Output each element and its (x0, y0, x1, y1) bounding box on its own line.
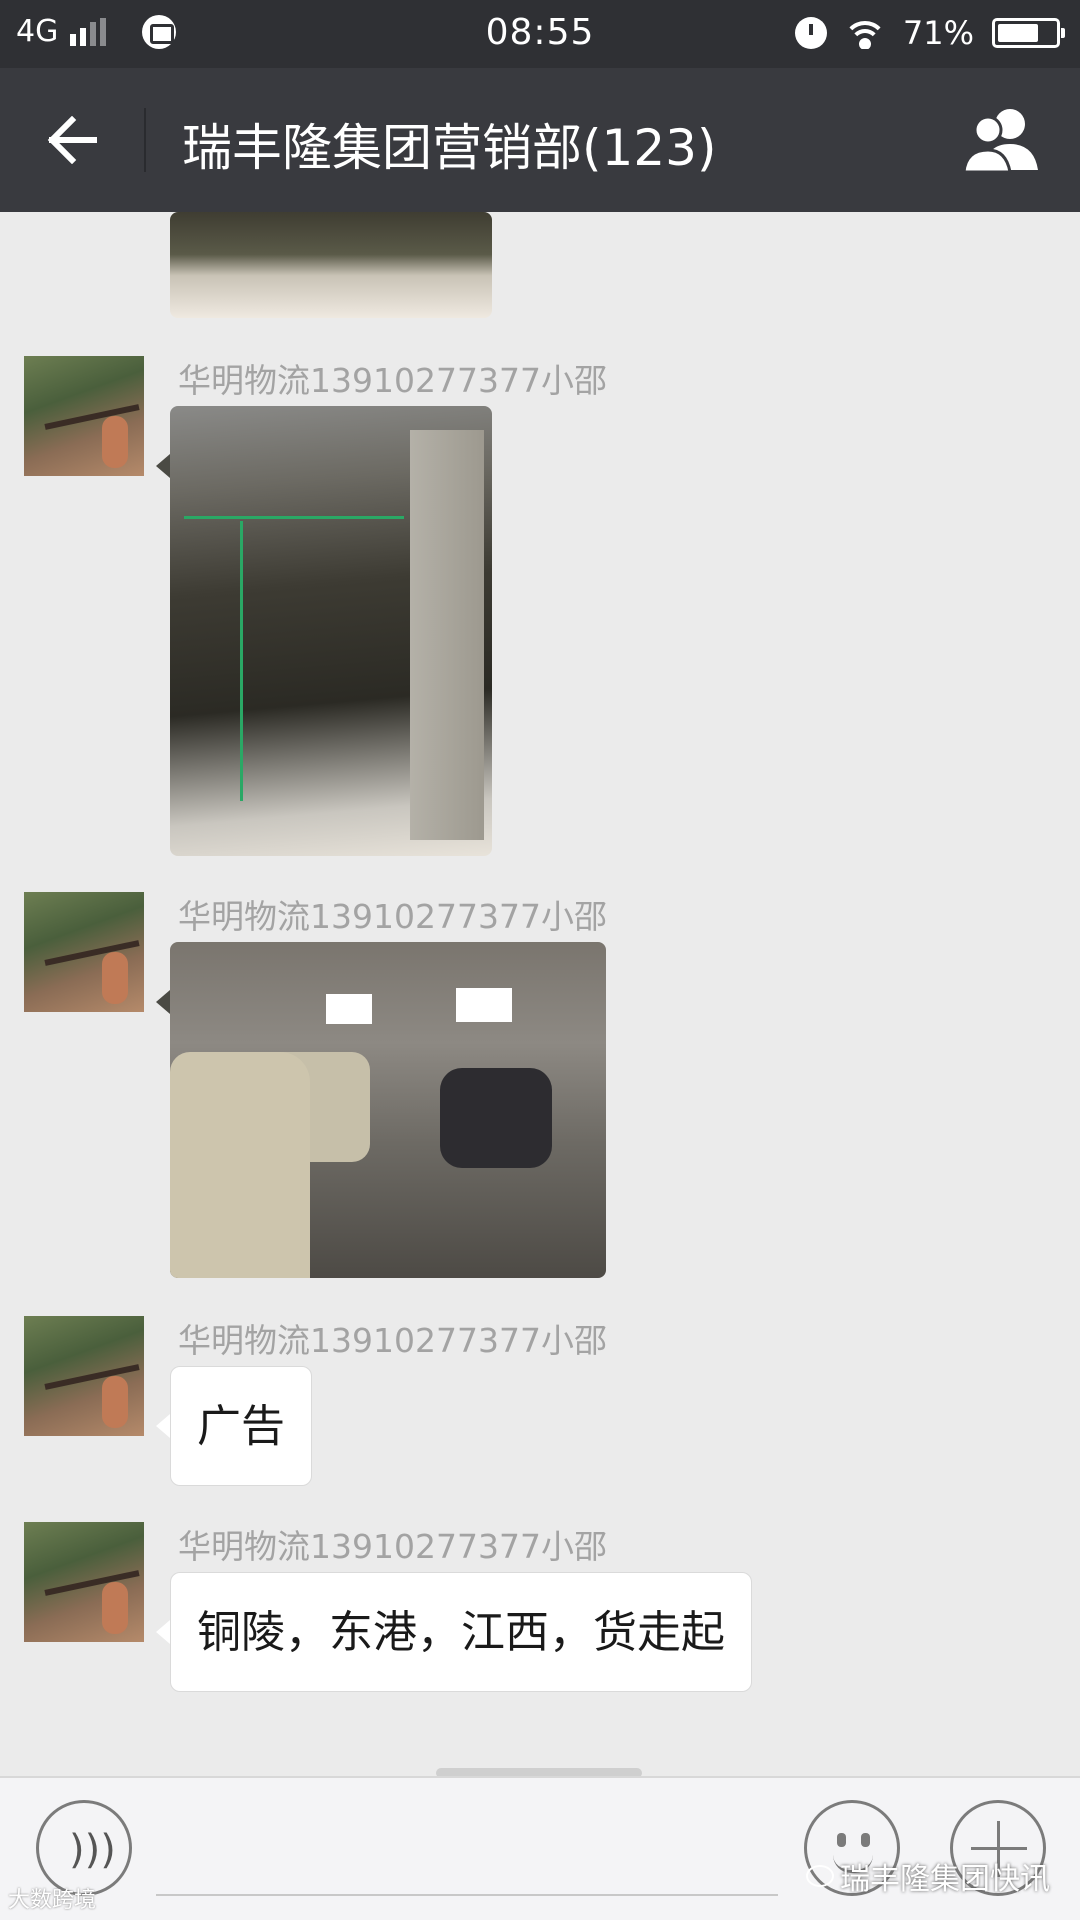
status-bar: 4G 08:55 71% (0, 0, 1080, 68)
page-title: 瑞丰隆集团营销部(123) (182, 119, 717, 177)
wifi-icon (844, 17, 885, 49)
scroll-handle[interactable] (436, 1768, 642, 1776)
bubble-arrow (156, 990, 170, 1014)
battery-percent: 71% (902, 14, 974, 52)
header-divider (144, 108, 146, 172)
sender-name: 华明物流13910277377小邵 (178, 361, 607, 400)
battery-icon (992, 18, 1065, 48)
sender-name: 华明物流13910277377小邵 (178, 1527, 607, 1566)
group-members-button[interactable] (960, 104, 1044, 176)
message-input[interactable] (156, 1894, 778, 1896)
truck-loading-photo-partial[interactable] (170, 212, 492, 318)
group-members-icon (962, 109, 1038, 174)
alarm-icon (794, 17, 827, 49)
avatar[interactable] (24, 356, 144, 476)
avatar[interactable] (24, 1522, 144, 1642)
watermark-right: 瑞丰隆集团快讯 (806, 1854, 1050, 1898)
emoji-icon (837, 1833, 846, 1847)
voice-icon: ))) (69, 1827, 116, 1873)
warehouse-cars-photo[interactable] (170, 942, 606, 1278)
wechat-icon (806, 1865, 834, 1887)
truck-loading-photo[interactable] (170, 406, 492, 856)
sender-name: 华明物流13910277377小邵 (178, 1321, 607, 1360)
input-bar: ))) 大数跨境 瑞丰隆集团快讯 (0, 1776, 1080, 1920)
status-right: 71% (794, 14, 1065, 52)
message-bubble[interactable]: 广告 (170, 1366, 312, 1486)
message-bubble[interactable]: 铜陵，东港，江西，货走起 (170, 1572, 752, 1692)
avatar[interactable] (24, 892, 144, 1012)
watermark-text: 瑞丰隆集团快讯 (840, 1862, 1050, 1897)
message-list[interactable]: 华明物流13910277377小邵 华明物流13910277377小邵 华明物流… (0, 212, 1080, 1776)
bubble-arrow (156, 454, 170, 478)
bubble-arrow (156, 1620, 170, 1644)
arrow-left-icon (47, 116, 97, 164)
watermark-left: 大数跨境 (8, 1888, 97, 1913)
sender-name: 华明物流13910277377小邵 (178, 897, 607, 936)
chat-header: 瑞丰隆集团营销部(123) (0, 68, 1080, 212)
bubble-arrow (156, 1414, 170, 1438)
back-button[interactable] (0, 68, 110, 212)
avatar[interactable] (24, 1316, 144, 1436)
